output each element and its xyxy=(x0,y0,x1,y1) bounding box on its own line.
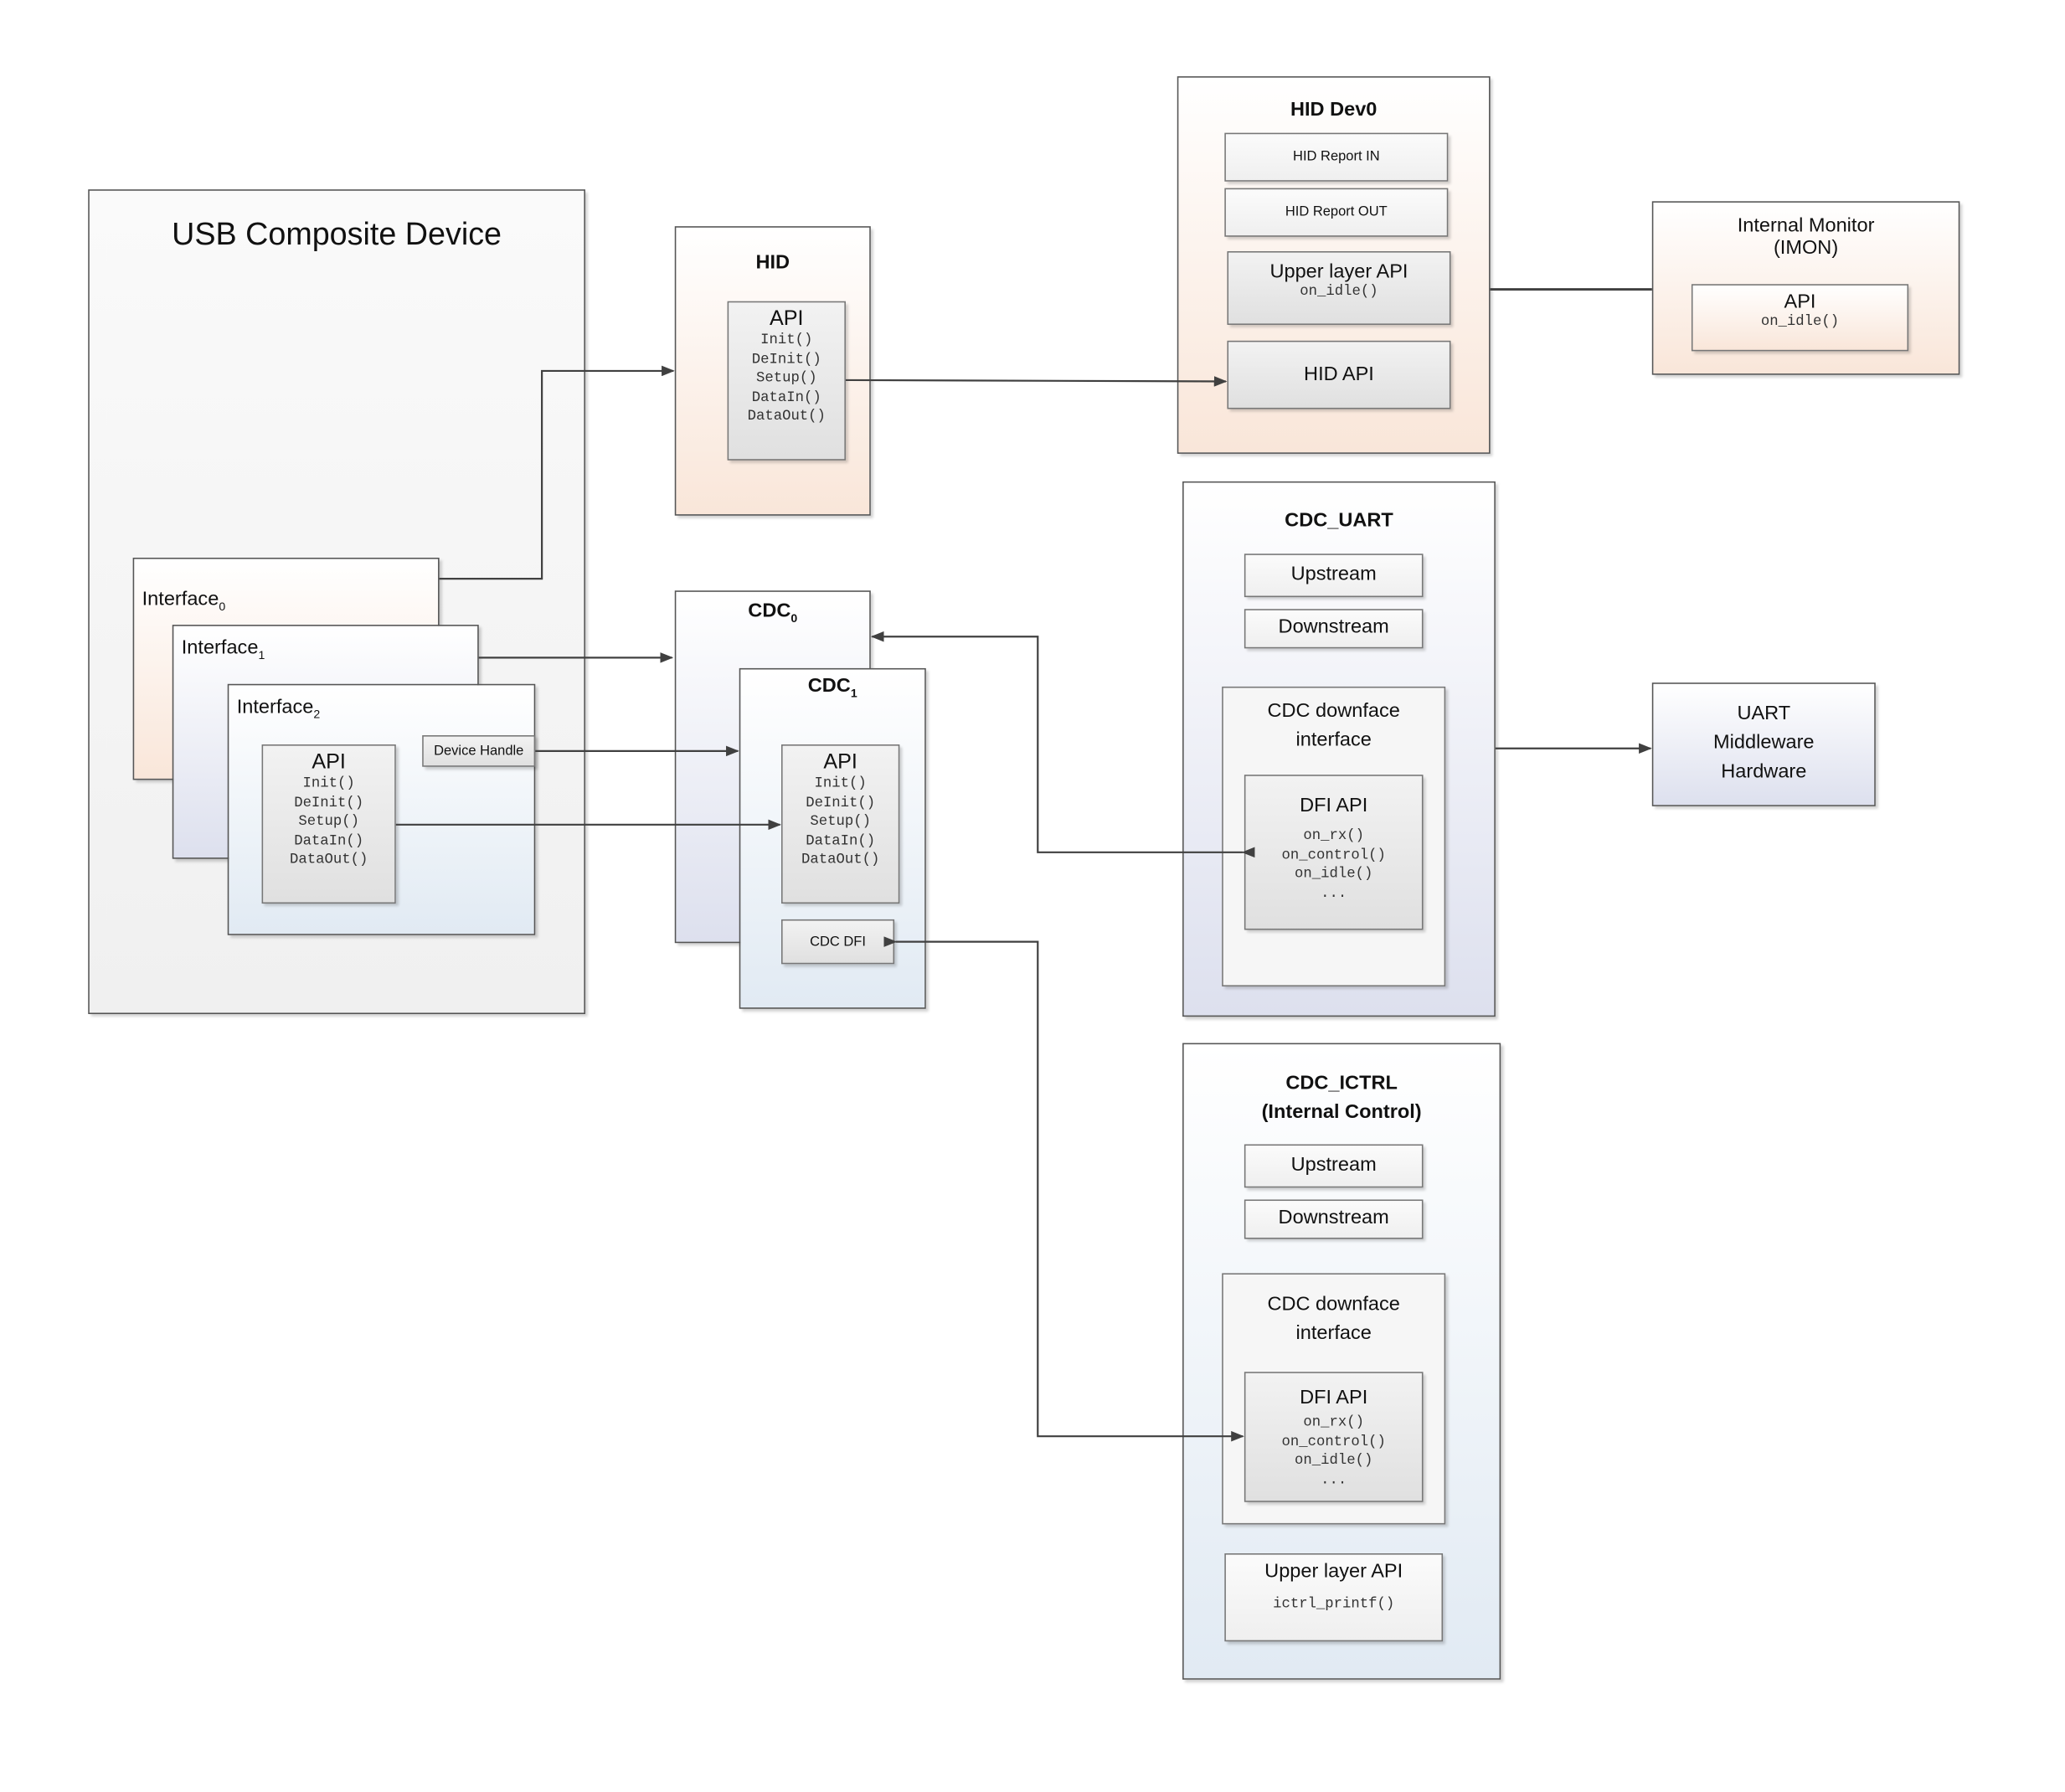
diagram: USB Composite Device Interface0 Interfac… xyxy=(0,0,2065,1791)
cdc-dfi-ictrl-arrow xyxy=(883,936,1244,1442)
cdc0-uart-dfi-arrow xyxy=(870,631,1255,858)
hid-api-to-hid-dev-arrow xyxy=(845,376,1228,387)
interface0-to-hid-arrow xyxy=(439,365,675,580)
connectors xyxy=(395,288,1652,1442)
